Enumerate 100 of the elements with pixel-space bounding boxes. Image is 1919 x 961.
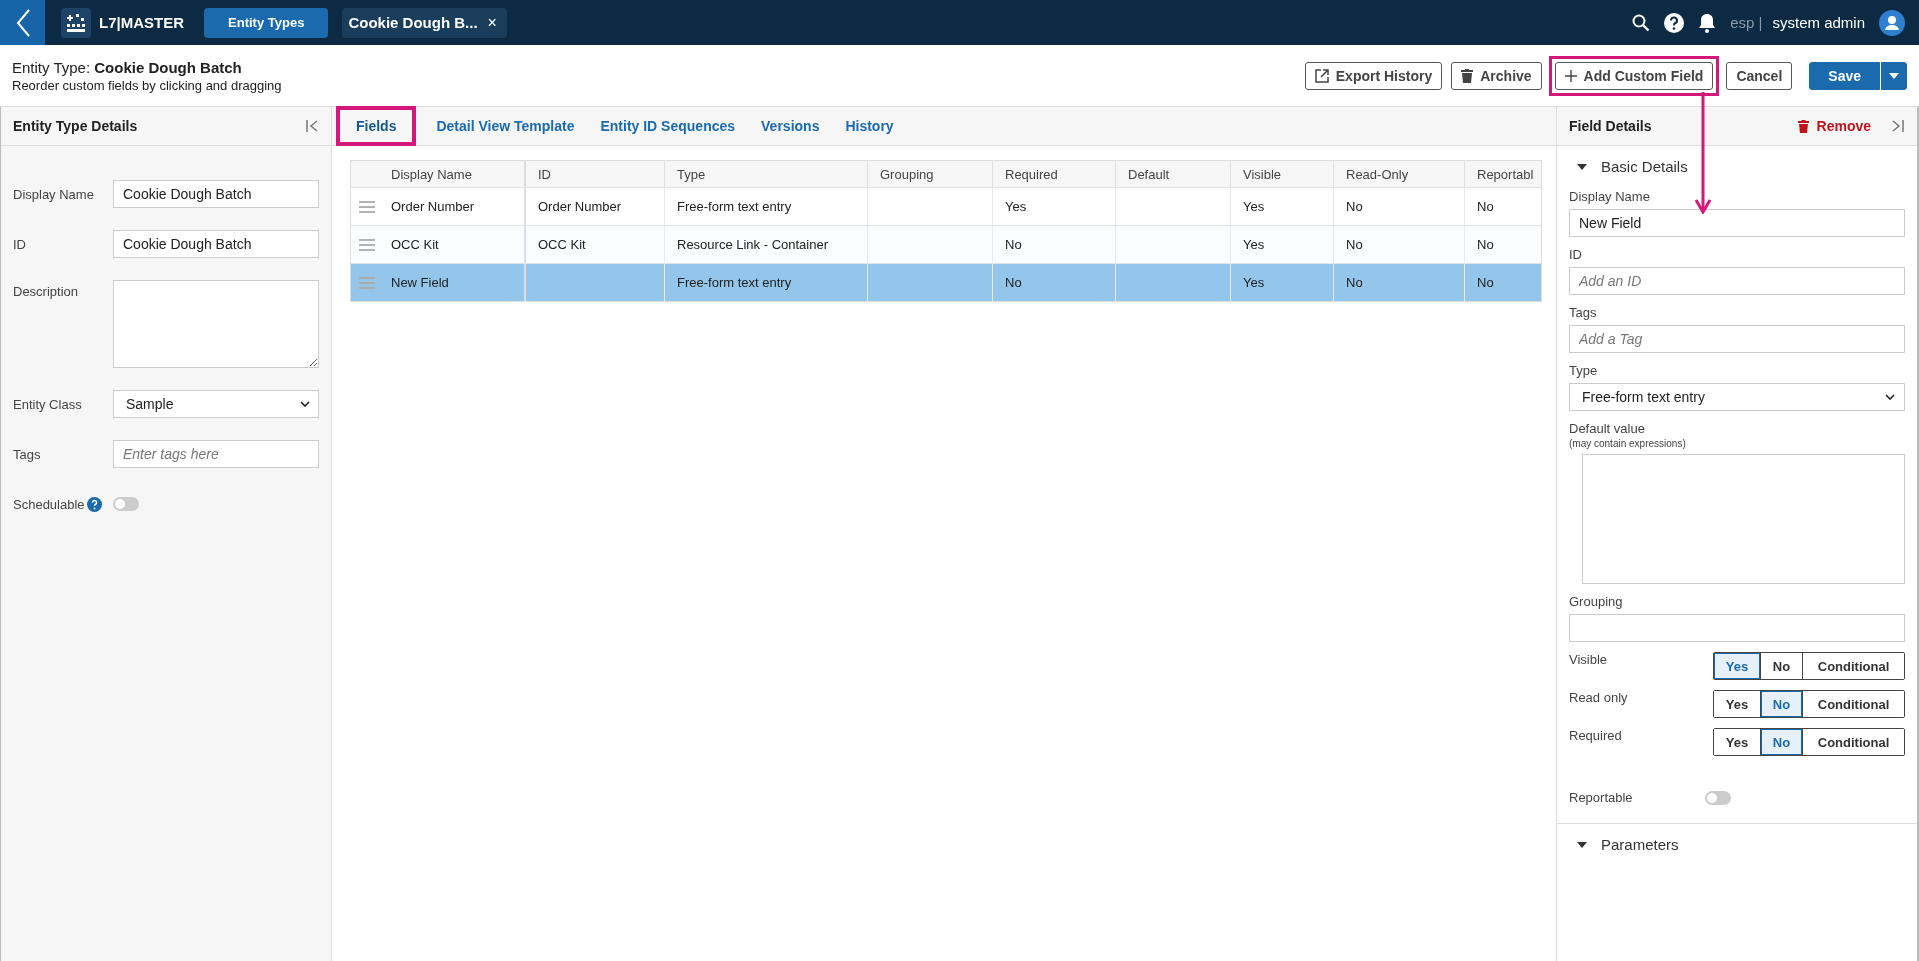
trash-icon	[1461, 68, 1474, 83]
section-header[interactable]: Basic Details	[1569, 146, 1696, 187]
table-row[interactable]: OCC Kit OCC Kit Resource Link - Container No Yes No No	[351, 225, 1541, 263]
column-header[interactable]: Read-Only	[1346, 166, 1409, 182]
text-field[interactable]: Add a Tag	[1569, 325, 1905, 353]
archive-button[interactable]: Archive	[1451, 61, 1542, 90]
drag-handle-icon[interactable]	[359, 276, 375, 289]
close-tab-button[interactable]: ×	[487, 13, 497, 32]
field-label: Tags	[1569, 305, 1598, 320]
column-header[interactable]: Required	[1005, 166, 1058, 182]
save-options-button[interactable]	[1881, 61, 1907, 90]
field-label: Required	[1569, 728, 1622, 743]
table-cell: New Field	[391, 275, 449, 290]
trash-icon	[1797, 119, 1809, 133]
tab[interactable]: Versions	[759, 110, 822, 142]
drag-handle-icon[interactable]	[359, 200, 375, 213]
table-cell: Yes	[1243, 199, 1265, 214]
back-button[interactable]	[0, 0, 45, 45]
table-cell: Yes	[1243, 237, 1265, 252]
column-header[interactable]: Reportabl	[1477, 166, 1534, 182]
table-cell: Yes	[1243, 275, 1265, 290]
column-header[interactable]: Visible	[1243, 166, 1282, 182]
table-cell: Order Number	[538, 199, 622, 214]
caret-icon	[1577, 841, 1587, 848]
field-label: Type	[1569, 363, 1599, 378]
drag-handle-icon[interactable]	[359, 238, 375, 251]
table-cell: No	[1477, 199, 1494, 214]
segment-option[interactable]: No	[1760, 691, 1802, 717]
chevron-down-icon	[300, 401, 310, 407]
help-icon[interactable]	[1664, 12, 1685, 33]
search-icon[interactable]	[1632, 13, 1651, 32]
export-history-button[interactable]: Export History	[1304, 61, 1443, 90]
description-field[interactable]	[113, 280, 319, 368]
segment-option[interactable]: Conditional	[1802, 653, 1904, 679]
toggle-switch[interactable]	[113, 497, 139, 511]
column-header[interactable]: ID	[538, 166, 551, 182]
default-value-field[interactable]	[1582, 454, 1905, 584]
column-header[interactable]: Default	[1128, 166, 1170, 182]
table-cell: No	[1005, 275, 1022, 290]
field-label: Entity Class	[13, 396, 82, 412]
section-header[interactable]: Parameters	[1569, 824, 1687, 865]
text-field[interactable]: Enter tags here	[113, 440, 319, 468]
table-cell: Order Number	[391, 199, 475, 214]
field-label: Description	[13, 283, 79, 299]
tab[interactable]: History	[843, 110, 896, 142]
field-label: Schedulable	[13, 496, 85, 512]
add-custom-field-button[interactable]: Add Custom Field	[1554, 61, 1714, 90]
column-header[interactable]: Type	[677, 166, 706, 182]
app-name: L7|MASTER	[99, 14, 185, 31]
field-label: Display Name	[13, 186, 94, 202]
remove-button[interactable]: Remove	[1797, 118, 1871, 134]
table-row[interactable]: New Field Free-form text entry No Yes No No	[351, 263, 1541, 301]
text-field[interactable]	[1569, 614, 1905, 642]
table-cell: Free-form text entry	[677, 275, 792, 290]
plus-icon	[1564, 69, 1577, 82]
open-tab[interactable]: Cookie Dough B... ×	[342, 7, 507, 38]
panel-title: Entity Type Details	[13, 118, 138, 134]
caret-icon	[1889, 72, 1899, 79]
environment-label: esp |	[1730, 14, 1763, 31]
text-field[interactable]: Cookie Dough Batch	[113, 180, 319, 208]
external-link-icon	[1314, 68, 1329, 83]
table-cell: No	[1346, 275, 1363, 290]
field-label: Reportable	[1569, 790, 1633, 805]
text-field[interactable]: New Field	[1569, 209, 1905, 237]
tab-label: Cookie Dough B...	[348, 14, 478, 31]
segment-option[interactable]: Yes	[1714, 653, 1760, 679]
table-cell: No	[1477, 237, 1494, 252]
collapse-panel-icon[interactable]	[305, 119, 319, 133]
nav-button[interactable]: Entity Types	[204, 7, 329, 38]
segment-option[interactable]: No	[1760, 729, 1802, 755]
segment-option[interactable]: Conditional	[1802, 729, 1904, 755]
tab[interactable]: Detail View Template	[434, 110, 577, 142]
avatar-icon[interactable]	[1879, 9, 1905, 36]
field-label: Visible	[1569, 652, 1608, 667]
table-cell: No	[1005, 237, 1022, 252]
select-field[interactable]: Sample	[113, 390, 319, 418]
table-cell: Yes	[1005, 199, 1027, 214]
table-cell: OCC Kit	[538, 237, 586, 252]
table-cell: No	[1477, 275, 1494, 290]
cancel-button[interactable]: Cancel	[1726, 61, 1793, 90]
text-field[interactable]: Cookie Dough Batch	[113, 230, 319, 258]
collapse-panel-icon[interactable]	[1891, 119, 1905, 133]
text-field[interactable]: Add an ID	[1569, 267, 1905, 295]
chevron-down-icon	[1885, 394, 1895, 400]
table-cell: No	[1346, 237, 1363, 252]
toggle-switch[interactable]	[1704, 790, 1731, 805]
field-label: Display Name	[1569, 189, 1651, 204]
page-subtitle: Reorder custom fields by clicking and dragging	[12, 77, 282, 93]
table-cell: Resource Link - Container	[677, 237, 829, 252]
user-name[interactable]: system admin	[1772, 14, 1865, 31]
field-label: Default value	[1569, 421, 1646, 436]
column-header[interactable]: Grouping	[880, 166, 934, 182]
table-row[interactable]: Order Number Order Number Free-form text entry Yes Yes No No	[351, 187, 1541, 225]
table-cell: OCC Kit	[391, 237, 439, 252]
save-button[interactable]: Save	[1809, 61, 1880, 90]
select-field[interactable]: Free-form text entry	[1569, 383, 1905, 411]
column-header[interactable]: Display Name	[391, 166, 472, 182]
tab[interactable]: Entity ID Sequences	[598, 110, 738, 142]
notification-bell-icon[interactable]	[1698, 12, 1717, 33]
segment-option[interactable]: Conditional	[1802, 691, 1904, 717]
